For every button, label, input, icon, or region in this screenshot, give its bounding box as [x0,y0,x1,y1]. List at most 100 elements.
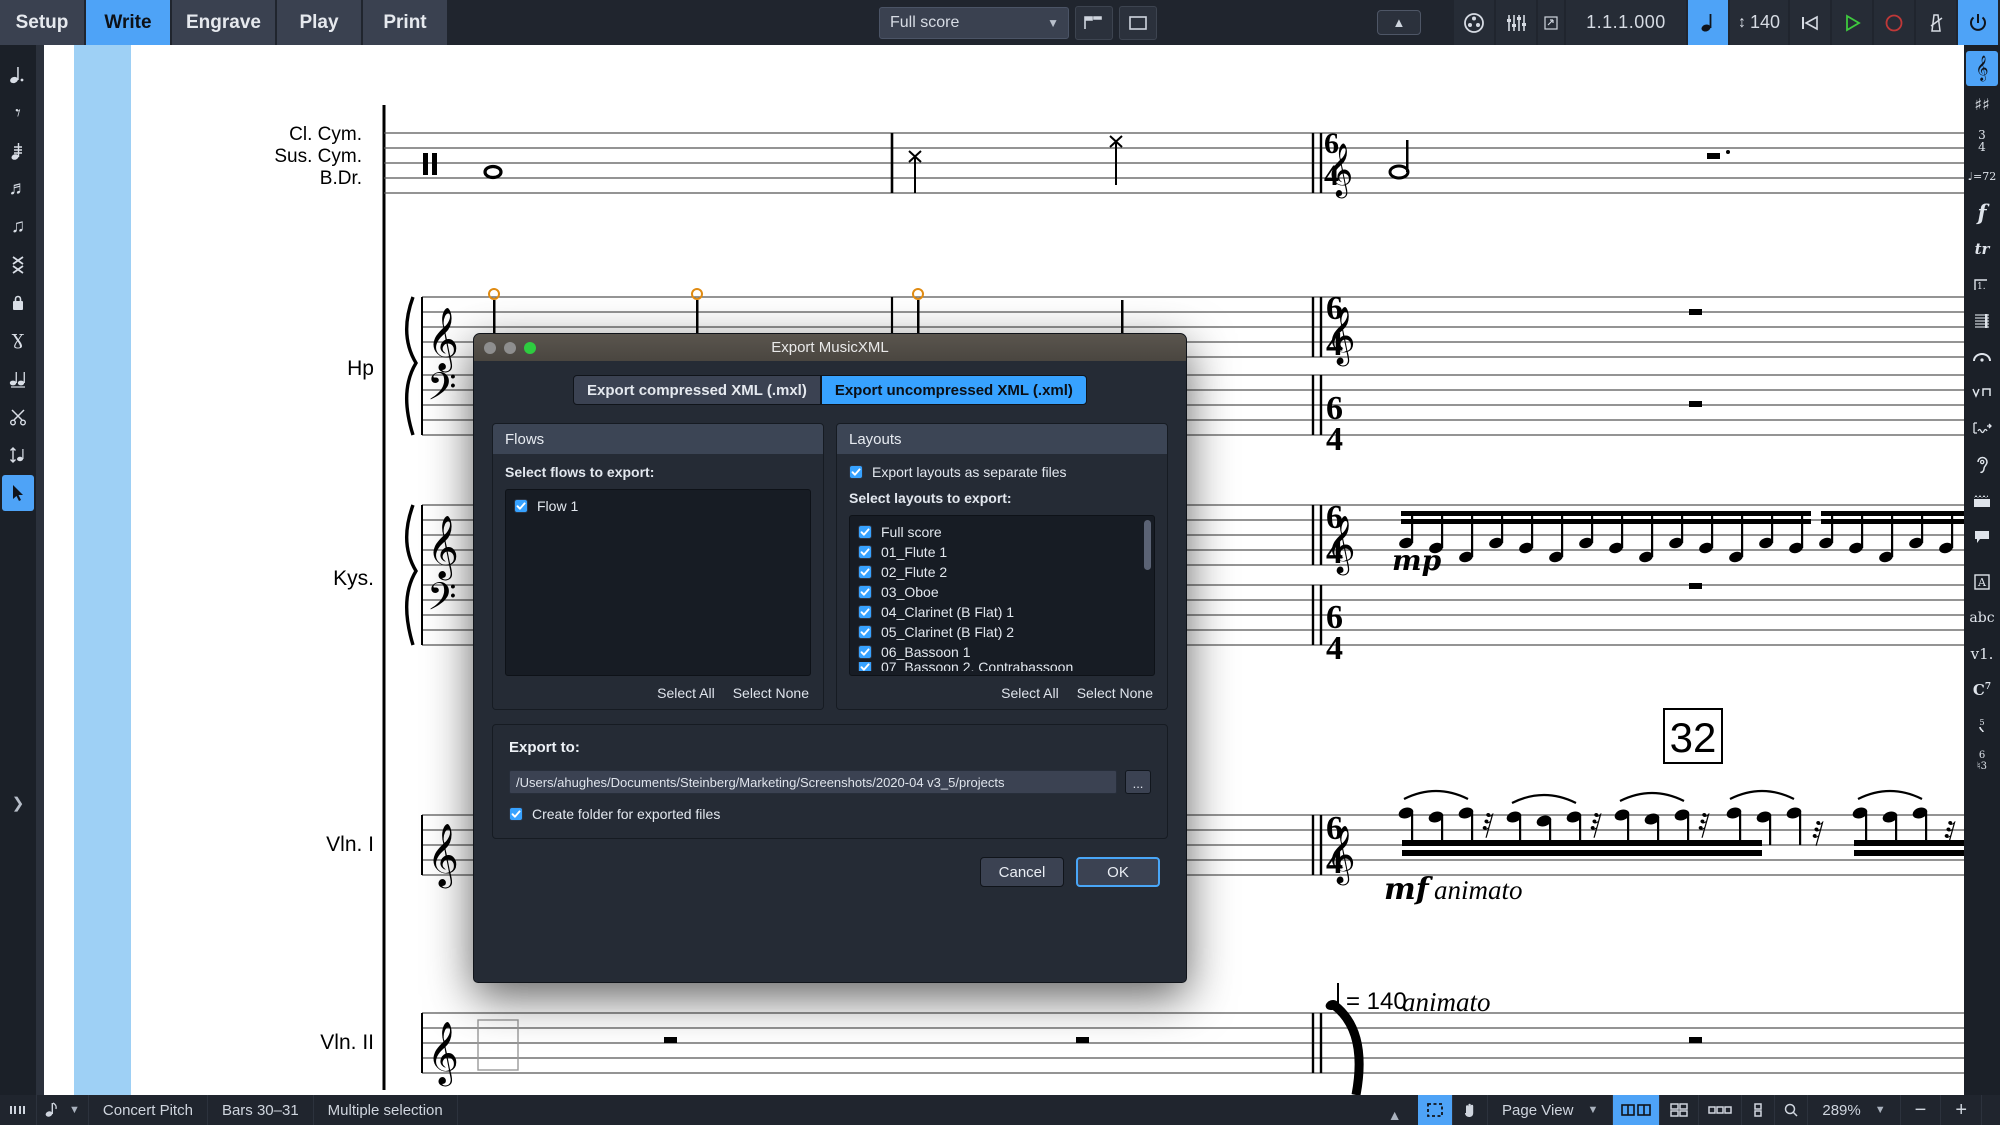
hand-tool-icon[interactable] [1453,1095,1489,1125]
mode-tab-print[interactable]: Print [362,0,449,45]
comment-bubble-icon[interactable] [1966,519,1998,554]
marquee-select-icon[interactable] [1418,1095,1454,1125]
tempo-panel-icon[interactable]: ♩=72 [1966,159,1998,194]
fingering-panel-icon[interactable]: 5 [1966,708,1998,743]
layouts-select-all-button[interactable]: Select All [1001,685,1059,701]
vertical-view-icon[interactable] [1742,1095,1776,1125]
play-icon[interactable] [1832,0,1872,45]
tremolo-panel-icon[interactable] [2,133,34,169]
create-folder-checkbox[interactable]: Create folder for exported files [509,806,1151,822]
chord-symbols-panel-icon[interactable]: C7 [1966,672,1998,707]
mode-tab-play[interactable]: Play [276,0,363,45]
rests-panel-icon[interactable]: 𝄾 [2,95,34,131]
export-musicxml-dialog[interactable]: Export MusicXML Export compressed XML (.… [473,333,1187,983]
flows-listbox[interactable]: Flow 1 [505,489,811,676]
divisi-panel-icon[interactable]: v1. [1966,636,1998,671]
text-panel-icon[interactable]: A [1966,564,1998,599]
lines-panel-icon[interactable] [1966,411,1998,446]
figured-bass-panel-icon[interactable]: 6 ♮3 [1966,744,1998,779]
grace-notes-panel-icon[interactable]: ♫ [2,209,34,245]
three-up-view-icon[interactable] [1699,1095,1743,1125]
chord-mode-icon[interactable] [2,361,34,397]
layouts-listbox[interactable]: Full score 01_Flute 1 02_Flute 2 03_Oboe… [849,515,1155,676]
mode-tab-engrave[interactable]: Engrave [172,0,277,45]
layouts-select-none-button[interactable]: Select None [1077,685,1153,701]
ok-button[interactable]: OK [1076,857,1160,887]
layout-list-item[interactable]: 01_Flute 1 [858,542,1150,562]
ornaments-panel-icon[interactable]: tr [1966,231,1998,266]
zoom-in-button[interactable]: + [1941,1095,1982,1125]
checkbox-checked-icon[interactable] [514,499,528,513]
note-duration-selector[interactable]: ▼ [37,1095,89,1125]
barlines-panel-icon[interactable] [1966,303,1998,338]
layout-list-item[interactable]: 04_Clarinet (B Flat) 1 [858,602,1150,622]
layout-list-item[interactable]: Full score [858,522,1150,542]
rewind-to-start-icon[interactable] [1790,0,1830,45]
collapse-panel-icon[interactable]: ▲ [1376,10,1421,35]
layout-list-item[interactable]: 05_Clarinet (B Flat) 2 [858,622,1150,642]
expand-left-panel-icon[interactable]: ❯ [8,790,28,816]
checkbox-checked-icon[interactable] [858,625,872,639]
checkbox-checked-icon[interactable] [858,605,872,619]
spreads-view-icon[interactable] [1613,1095,1661,1125]
two-up-view-icon[interactable] [1660,1095,1700,1125]
checkbox-checked-icon[interactable] [858,645,872,659]
record-icon[interactable] [1874,0,1914,45]
checkbox-checked-icon[interactable] [858,662,872,671]
mixer-icon[interactable] [1495,0,1536,45]
input-mode-icon[interactable] [0,1095,37,1125]
concert-pitch-status[interactable]: Concert Pitch [89,1095,208,1125]
flows-select-none-button[interactable]: Select None [733,685,809,701]
tempo-display[interactable]: ↕ 140 [1729,0,1788,45]
clefs-panel-icon[interactable]: 𝄞 [1966,51,1998,86]
layout-selector[interactable]: Full score ▼ [878,6,1069,39]
layout-list-item[interactable]: 06_Bassoon 1 [858,642,1150,662]
checkbox-checked-icon[interactable] [858,585,872,599]
lock-icon[interactable] [2,285,34,321]
select-tool-icon[interactable] [2,475,34,511]
magnifier-icon[interactable] [1775,1095,1809,1125]
cancel-button[interactable]: Cancel [980,857,1064,887]
note-spacing-icon[interactable] [2,247,34,283]
film-reel-icon[interactable] [1453,0,1494,45]
playing-techniques-panel-icon[interactable] [1966,375,1998,410]
checkbox-checked-icon[interactable] [858,545,872,559]
holds-and-pauses-panel-icon[interactable] [1966,339,1998,374]
checkbox-checked-icon[interactable] [509,807,523,821]
checkbox-checked-icon[interactable] [858,565,872,579]
flow-list-item[interactable]: Flow 1 [514,496,806,516]
page-view-icon[interactable] [1118,5,1157,40]
layout-list-item[interactable]: 03_Oboe [858,582,1150,602]
export-path-input[interactable] [509,770,1117,794]
layout-list-item[interactable]: 07_Bassoon 2, Contrabassoon [858,662,1150,671]
layout-list-item[interactable]: 02_Flute 2 [858,562,1150,582]
expand-status-icon[interactable]: ▲ [1388,1107,1402,1123]
playhead-position[interactable]: 1.1.1.000 [1565,0,1686,45]
transpose-icon[interactable] [2,437,34,473]
quarter-note-icon[interactable] [1687,0,1728,45]
film-clapper-icon[interactable] [1966,483,1998,518]
browse-folder-button[interactable]: ... [1125,770,1151,794]
zoom-level-selector[interactable]: 289% ▼ [1808,1095,1901,1125]
key-signatures-panel-icon[interactable]: ♯♯ [1966,87,1998,122]
power-icon[interactable] [1958,0,1998,45]
galley-view-icon[interactable] [1074,5,1113,40]
ear-icon[interactable] [1966,447,1998,482]
dialog-titlebar[interactable]: Export MusicXML [474,334,1186,361]
time-signatures-panel-icon[interactable]: 34 [1966,123,1998,158]
view-mode-selector[interactable]: Page View ▼ [1488,1095,1614,1125]
scissors-icon[interactable] [2,399,34,435]
notes-panel-icon[interactable] [2,57,34,93]
flows-select-all-button[interactable]: Select All [657,685,715,701]
metronome-icon[interactable] [1916,0,1956,45]
repeats-panel-icon[interactable]: 1. [1966,267,1998,302]
tab-export-compressed-xml[interactable]: Export compressed XML (.mxl) [573,375,821,405]
dynamics-panel-icon[interactable]: f [1966,195,1998,230]
checkbox-checked-icon[interactable] [858,525,872,539]
tuplets-panel-icon[interactable]: ♬ [2,171,34,207]
lyrics-panel-icon[interactable]: abc [1966,600,1998,635]
layouts-scrollbar-thumb[interactable] [1144,520,1151,570]
insert-mode-icon[interactable]: Ɣ [2,323,34,359]
zoom-out-button[interactable]: − [1901,1095,1942,1125]
midi-in-icon[interactable] [1537,0,1564,45]
